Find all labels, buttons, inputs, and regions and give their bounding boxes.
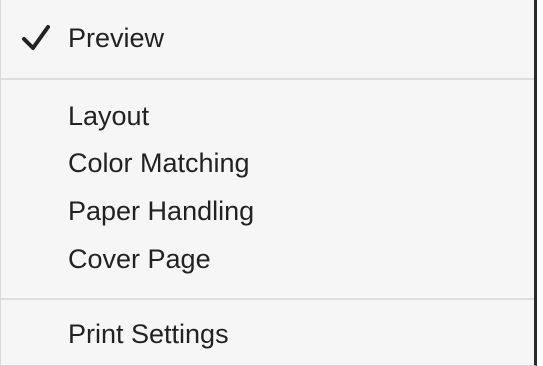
menu-separator: [1, 298, 534, 300]
menu-item-preview[interactable]: Preview: [68, 18, 164, 58]
menu-item-layout[interactable]: Layout: [68, 96, 149, 136]
menu-separator: [1, 78, 534, 80]
menu-item-paper-handling[interactable]: Paper Handling: [68, 191, 254, 231]
menu-item-print-settings[interactable]: Print Settings: [68, 314, 229, 354]
menu-item-cover-page[interactable]: Cover Page: [68, 239, 211, 279]
print-options-menu: Preview Layout Color Matching Paper Hand…: [0, 0, 537, 366]
checkmark-icon: [22, 25, 50, 50]
menu-item-color-matching[interactable]: Color Matching: [68, 143, 250, 183]
